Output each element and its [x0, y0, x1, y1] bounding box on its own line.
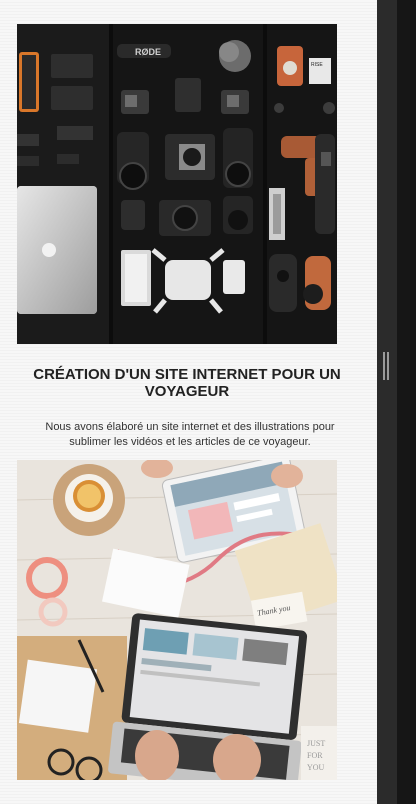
svg-text:FOR: FOR: [307, 751, 323, 760]
svg-text:RØDE: RØDE: [135, 47, 161, 57]
resize-grip-line: [383, 352, 385, 380]
laptop-desk-image[interactable]: Thank you JUST FOR YOU: [17, 460, 337, 780]
resize-grip-line: [387, 352, 389, 380]
content-column: RØDE RISE CRÉATION D'UN SITE INTERNET PO…: [0, 0, 377, 804]
pane-resize-handle[interactable]: [383, 352, 391, 380]
svg-text:RISE: RISE: [311, 62, 323, 68]
side-pane: [397, 0, 416, 804]
svg-text:JUST: JUST: [307, 739, 325, 748]
pane-gutter: [377, 0, 397, 804]
camera-gear-photo-icon: RØDE RISE: [17, 24, 337, 344]
camera-gear-image[interactable]: RØDE RISE: [17, 24, 337, 344]
project-description: Nous avons élaboré un site internet et d…: [45, 421, 335, 448]
project-title: CRÉATION D'UN SITE INTERNET POUR UN VOYA…: [33, 366, 341, 400]
svg-text:YOU: YOU: [307, 763, 325, 772]
laptop-desk-photo-icon: Thank you JUST FOR YOU: [17, 460, 337, 780]
